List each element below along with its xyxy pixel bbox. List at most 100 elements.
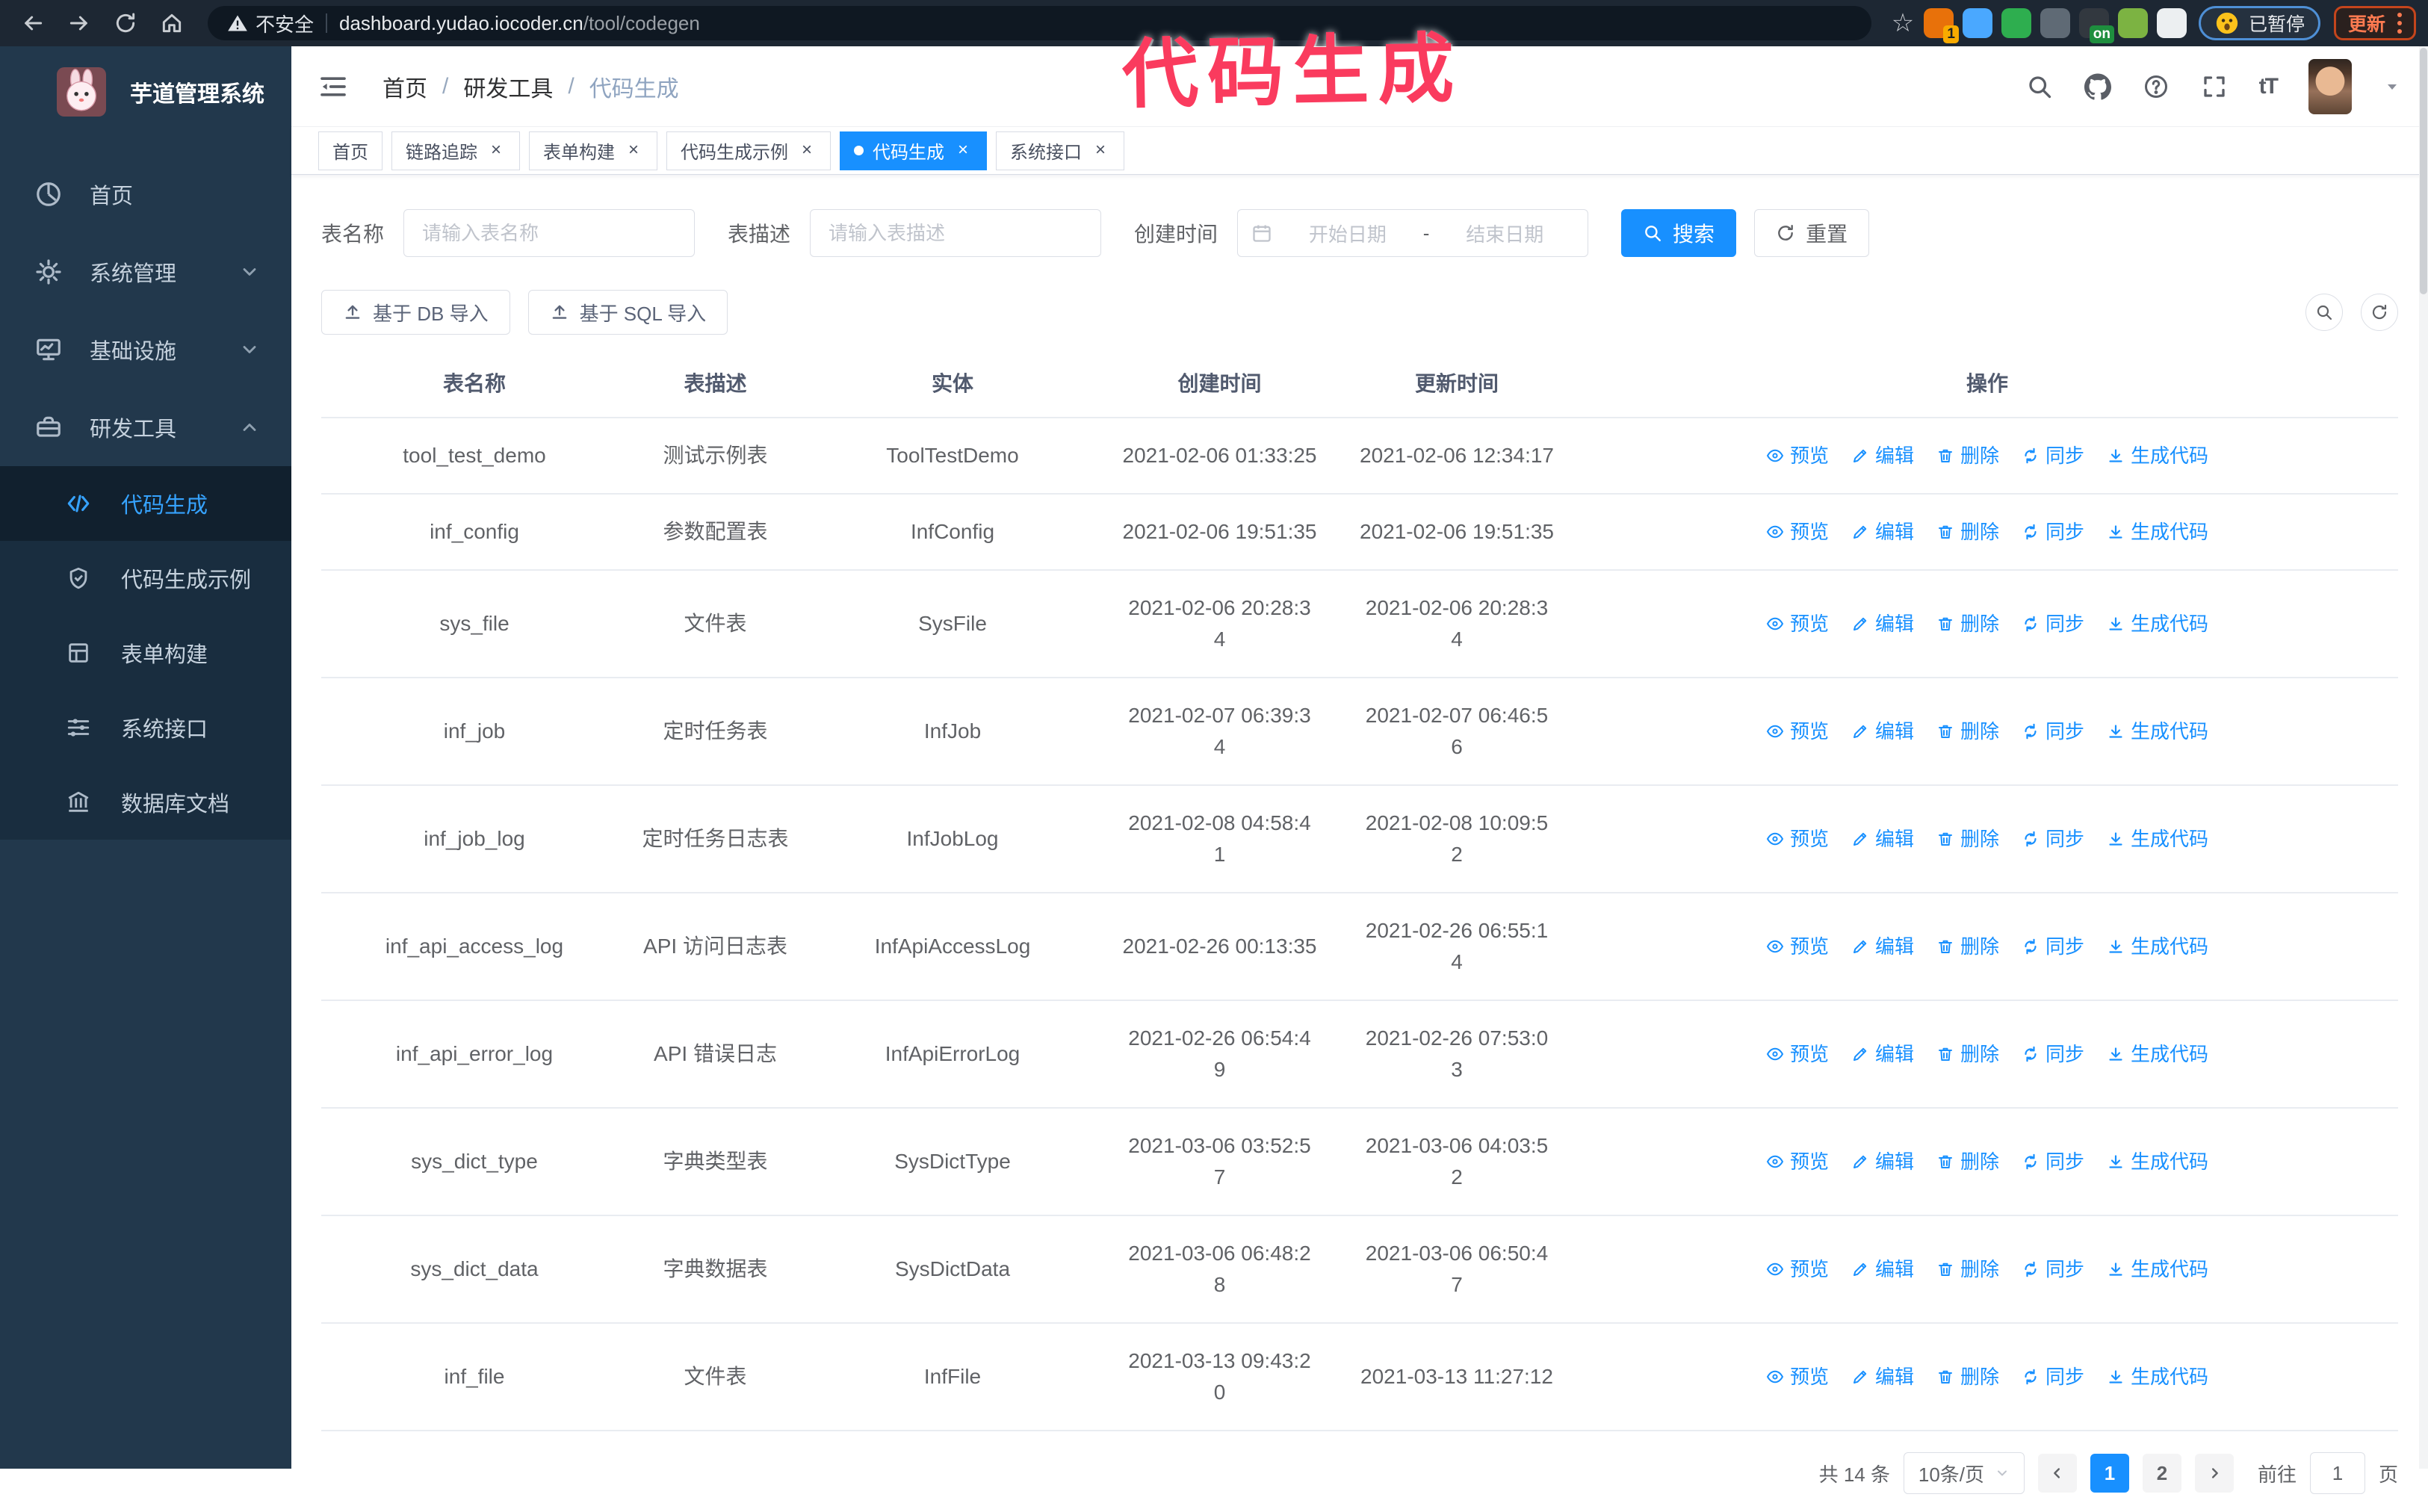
edit-action-link[interactable]: 编辑: [1851, 716, 1914, 747]
sidebar-subitem-system-api[interactable]: 系统接口: [0, 690, 291, 765]
browser-reload-button[interactable]: [105, 4, 146, 43]
trash-action-link[interactable]: 删除: [1936, 1254, 1999, 1285]
start-date-placeholder[interactable]: 开始日期: [1278, 220, 1417, 247]
extension-puzzle-icon[interactable]: [2156, 8, 2187, 38]
trash-action-link[interactable]: 删除: [1936, 1146, 1999, 1177]
tag-tab-系统接口[interactable]: 系统接口 ×: [996, 131, 1124, 170]
import-sql-button[interactable]: 基于 SQL 导入: [527, 290, 728, 335]
download-action-link[interactable]: 生成代码: [2107, 1254, 2208, 1285]
prev-page-button[interactable]: [2037, 1454, 2077, 1493]
reset-button[interactable]: 重置: [1754, 209, 1870, 257]
tag-tab-表单构建[interactable]: 表单构建 ×: [529, 131, 657, 170]
search-button[interactable]: 搜索: [1621, 209, 1737, 257]
edit-action-link[interactable]: 编辑: [1851, 440, 1914, 471]
edit-action-link[interactable]: 编辑: [1851, 516, 1914, 548]
extension-key-icon[interactable]: [2117, 8, 2148, 38]
edit-action-link[interactable]: 编辑: [1851, 1038, 1914, 1070]
trash-action-link[interactable]: 删除: [1936, 716, 1999, 747]
sidebar-subitem-codegen[interactable]: 代码生成: [0, 466, 291, 541]
tag-tab-首页[interactable]: 首页: [318, 131, 383, 170]
edit-action-link[interactable]: 编辑: [1851, 1146, 1914, 1177]
trash-action-link[interactable]: 删除: [1936, 608, 1999, 639]
sidebar-subitem-form-builder[interactable]: 表单构建: [0, 616, 291, 690]
import-db-button[interactable]: 基于 DB 导入: [321, 290, 510, 335]
edit-action-link[interactable]: 编辑: [1851, 608, 1914, 639]
sidebar-item-devtools[interactable]: 研发工具: [0, 388, 291, 466]
fullscreen-icon[interactable]: [2201, 73, 2228, 100]
tag-tab-代码生成示例[interactable]: 代码生成示例 ×: [666, 131, 831, 170]
browser-update-button[interactable]: 更新: [2333, 6, 2416, 40]
breadcrumb-item[interactable]: 首页: [383, 70, 427, 103]
edit-action-link[interactable]: 编辑: [1851, 823, 1914, 855]
extension-gem-icon[interactable]: [1962, 8, 1992, 38]
eye-action-link[interactable]: 预览: [1766, 440, 1829, 471]
trash-action-link[interactable]: 删除: [1936, 1038, 1999, 1070]
sync-action-link[interactable]: 同步: [2022, 716, 2084, 747]
create-time-range-picker[interactable]: 开始日期 - 结束日期: [1237, 209, 1589, 257]
end-date-placeholder[interactable]: 结束日期: [1435, 220, 1574, 247]
trash-action-link[interactable]: 删除: [1936, 440, 1999, 471]
close-icon[interactable]: ×: [797, 140, 817, 161]
help-icon[interactable]: [2143, 73, 2170, 100]
font-size-icon[interactable]: tT: [2259, 74, 2279, 99]
eye-action-link[interactable]: 预览: [1766, 931, 1829, 962]
trash-action-link[interactable]: 删除: [1936, 1361, 1999, 1392]
download-action-link[interactable]: 生成代码: [2107, 440, 2208, 471]
address-bar[interactable]: 不安全 dashboard.yudao.iocoder.cn/tool/code…: [208, 6, 1871, 40]
sidebar-collapse-icon[interactable]: [318, 72, 348, 102]
trash-action-link[interactable]: 删除: [1936, 516, 1999, 548]
header-search-icon[interactable]: [2026, 73, 2053, 100]
table-name-input[interactable]: [403, 209, 696, 257]
edit-action-link[interactable]: 编辑: [1851, 1361, 1914, 1392]
toggle-search-button[interactable]: [2305, 294, 2343, 331]
close-icon[interactable]: ×: [486, 140, 506, 161]
sync-action-link[interactable]: 同步: [2022, 1361, 2084, 1392]
eye-action-link[interactable]: 预览: [1766, 516, 1829, 548]
close-icon[interactable]: ×: [953, 140, 973, 161]
tag-tab-代码生成[interactable]: 代码生成 ×: [840, 131, 987, 170]
download-action-link[interactable]: 生成代码: [2107, 608, 2208, 639]
next-page-button[interactable]: [2194, 1454, 2234, 1493]
sidebar-subitem-db-doc[interactable]: 数据库文档: [0, 765, 291, 840]
eye-action-link[interactable]: 预览: [1766, 1038, 1829, 1070]
download-action-link[interactable]: 生成代码: [2107, 931, 2208, 962]
close-icon[interactable]: ×: [1091, 140, 1110, 161]
sidebar-item-infra[interactable]: 基础设施: [0, 311, 291, 388]
edit-action-link[interactable]: 编辑: [1851, 931, 1914, 962]
eye-action-link[interactable]: 预览: [1766, 1361, 1829, 1392]
goto-page-input[interactable]: [2309, 1452, 2365, 1494]
tag-tab-链路追踪[interactable]: 链路追踪 ×: [391, 131, 520, 170]
extension-green-check-icon[interactable]: [2001, 8, 2031, 38]
sidebar-item-home[interactable]: 首页: [0, 155, 291, 233]
download-action-link[interactable]: 生成代码: [2107, 716, 2208, 747]
extension-orange-icon[interactable]: 1: [1923, 8, 1959, 43]
sidebar-subitem-codegen-demo[interactable]: 代码生成示例: [0, 541, 291, 616]
download-action-link[interactable]: 生成代码: [2107, 516, 2208, 548]
eye-action-link[interactable]: 预览: [1766, 1254, 1829, 1285]
extension-gray-panel-icon[interactable]: [2040, 8, 2070, 38]
browser-home-button[interactable]: [151, 4, 193, 43]
refresh-table-button[interactable]: [2361, 294, 2398, 331]
sync-action-link[interactable]: 同步: [2022, 823, 2084, 855]
extension-dark-switch-icon[interactable]: on: [2078, 8, 2114, 43]
sync-action-link[interactable]: 同步: [2022, 931, 2084, 962]
trash-action-link[interactable]: 删除: [1936, 823, 1999, 855]
github-icon[interactable]: [2084, 73, 2111, 100]
browser-menu-icon[interactable]: [2397, 13, 2402, 34]
download-action-link[interactable]: 生成代码: [2107, 1361, 2208, 1392]
sync-action-link[interactable]: 同步: [2022, 1038, 2084, 1070]
download-action-link[interactable]: 生成代码: [2107, 1038, 2208, 1070]
extension-paused-badge[interactable]: 已暂停: [2198, 6, 2320, 40]
user-menu-caret-icon[interactable]: [2383, 78, 2401, 96]
trash-action-link[interactable]: 删除: [1936, 931, 1999, 962]
sync-action-link[interactable]: 同步: [2022, 1146, 2084, 1177]
eye-action-link[interactable]: 预览: [1766, 716, 1829, 747]
eye-action-link[interactable]: 预览: [1766, 1146, 1829, 1177]
page-button-2[interactable]: 2: [2142, 1454, 2181, 1493]
sidebar-item-system[interactable]: 系统管理: [0, 233, 291, 311]
table-desc-input[interactable]: [810, 209, 1102, 257]
eye-action-link[interactable]: 预览: [1766, 823, 1829, 855]
download-action-link[interactable]: 生成代码: [2107, 823, 2208, 855]
sync-action-link[interactable]: 同步: [2022, 1254, 2084, 1285]
page-button-1[interactable]: 1: [2090, 1454, 2129, 1493]
